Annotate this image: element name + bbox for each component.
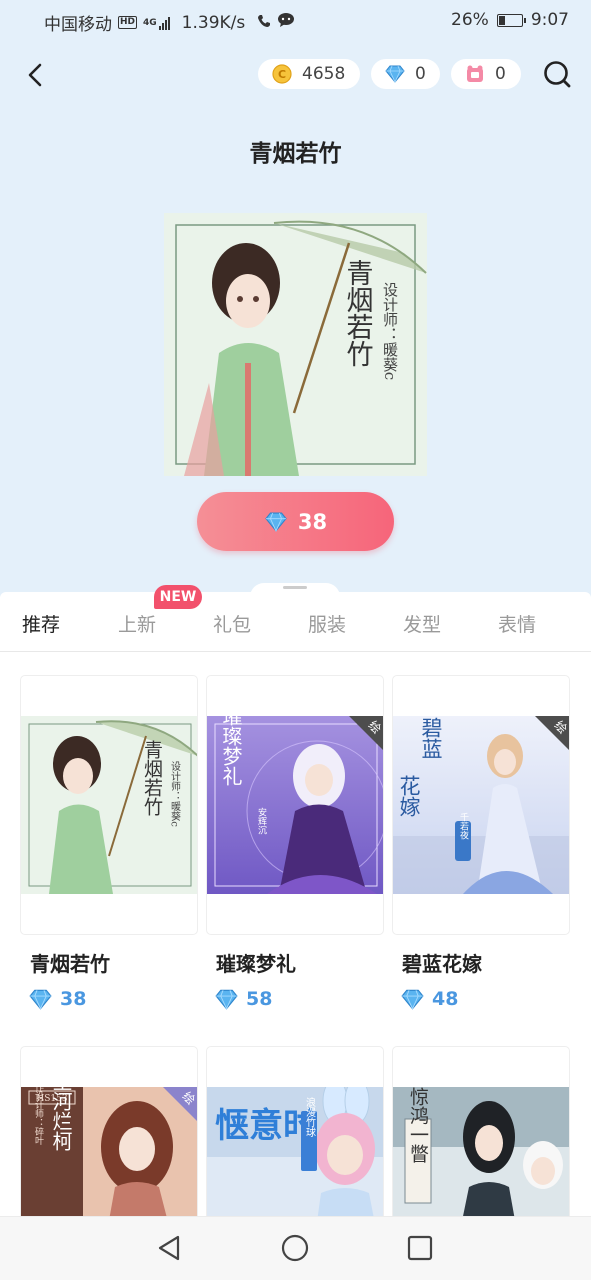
search-button[interactable] xyxy=(541,58,573,90)
diamond-icon xyxy=(401,989,424,1010)
network-type-label: 4G xyxy=(143,17,157,28)
item-card[interactable]: 碧蓝 花嫁 千若夜 绘 xyxy=(392,675,570,935)
back-arrow-icon xyxy=(28,63,42,87)
new-badge: NEW xyxy=(154,585,202,609)
hd-icon: HD xyxy=(118,16,138,29)
clock: 9:07 xyxy=(530,10,569,30)
art-title-text: 青烟若竹 xyxy=(342,259,374,367)
diamond-count: 0 xyxy=(415,64,426,84)
ticket-count: 0 xyxy=(495,64,506,84)
item-card[interactable]: 青烟若竹 设计师：暖葵c xyxy=(20,675,198,935)
item-price: 38 xyxy=(29,988,86,1010)
buy-price: 38 xyxy=(297,509,328,534)
item-price: 58 xyxy=(215,988,272,1010)
art-title-text-2: 花嫁 xyxy=(397,775,421,817)
item-price: 48 xyxy=(401,988,458,1010)
tab-expression[interactable]: 表情 xyxy=(498,610,536,637)
art-title-text: 璀璨梦礼 xyxy=(219,716,243,786)
signal-icon xyxy=(158,16,170,30)
coin-icon: C xyxy=(272,64,292,84)
item-name: 璀璨梦礼 xyxy=(216,952,296,976)
diamond-balance-pill[interactable]: 0 xyxy=(371,59,440,89)
art-title-text: 星河烂柯 xyxy=(49,1087,73,1151)
diamond-icon xyxy=(385,64,405,84)
item-card[interactable]: 璀璨梦礼 安辉沉 绘 xyxy=(206,675,384,935)
hand-drawn-corner-badge: 绘 xyxy=(349,716,383,750)
art-designer-text: 合作设计师：碎叶 xyxy=(33,1087,44,1146)
ticket-balance-pill[interactable]: 0 xyxy=(451,59,521,89)
battery-icon xyxy=(496,13,526,27)
item-price-value: 58 xyxy=(246,988,273,1010)
art-designer-text: 设计师：暖葵c xyxy=(381,282,399,380)
nav-recents-icon[interactable] xyxy=(405,1233,435,1263)
search-icon xyxy=(544,61,571,88)
svg-text:C: C xyxy=(278,68,286,81)
phone-icon xyxy=(257,13,271,33)
tab-recommended[interactable]: 推荐 xyxy=(22,610,60,637)
nav-back-icon[interactable] xyxy=(154,1233,184,1263)
art-designer-text: 设计师：暖葵c xyxy=(169,761,181,827)
art-designer-text: 安辉沉 xyxy=(256,806,267,835)
tab-clothing[interactable]: 服装 xyxy=(308,610,346,637)
art-designer-text: 千若夜 xyxy=(458,812,469,840)
item-price-value: 48 xyxy=(432,988,459,1010)
diamond-icon xyxy=(215,989,238,1010)
tab-new-arrivals[interactable]: 上新 xyxy=(118,610,156,637)
status-bar: 中国移动 HD 4G 1.39K/s 26% 9:07 xyxy=(0,0,591,40)
hand-drawn-corner-badge: 绘 xyxy=(163,1087,197,1121)
item-name: 青烟若竹 xyxy=(30,952,110,976)
product-artwork[interactable]: 青烟若竹 设计师：暖葵c xyxy=(164,213,427,476)
item-name: 碧蓝花嫁 xyxy=(402,952,482,976)
art-title-text: 碧蓝 xyxy=(419,717,443,759)
battery-percent: 26% xyxy=(451,10,489,30)
art-designer-text: 浪漫竹球 xyxy=(304,1096,316,1137)
item-price-value: 38 xyxy=(60,988,87,1010)
network-speed: 1.39K/s xyxy=(181,12,246,33)
chat-bubble-icon xyxy=(277,12,295,33)
tab-hairstyle[interactable]: 发型 xyxy=(403,610,441,637)
gift-ticket-icon xyxy=(465,64,485,84)
item-artwork: 青烟若竹 设计师：暖葵c xyxy=(21,716,197,894)
tab-gift-packs[interactable]: 礼包 xyxy=(213,610,251,637)
art-title-text: 青烟若竹 xyxy=(141,740,163,816)
carrier-label: 中国移动 xyxy=(44,15,112,35)
nav-home-icon[interactable] xyxy=(280,1233,310,1263)
hand-drawn-corner-badge: 绘 xyxy=(535,716,569,750)
system-nav-bar xyxy=(0,1216,591,1280)
art-title-text: 惊鸿一瞥 xyxy=(407,1087,429,1163)
buy-button[interactable]: 38 xyxy=(197,492,394,551)
diamond-icon xyxy=(29,989,52,1010)
coin-balance-pill[interactable]: C 4658 xyxy=(258,59,360,89)
battery-fill xyxy=(498,15,505,25)
page-title: 青烟若竹 xyxy=(249,141,342,167)
coin-count: 4658 xyxy=(302,64,346,84)
diamond-icon xyxy=(265,512,287,532)
back-button[interactable] xyxy=(22,58,52,92)
